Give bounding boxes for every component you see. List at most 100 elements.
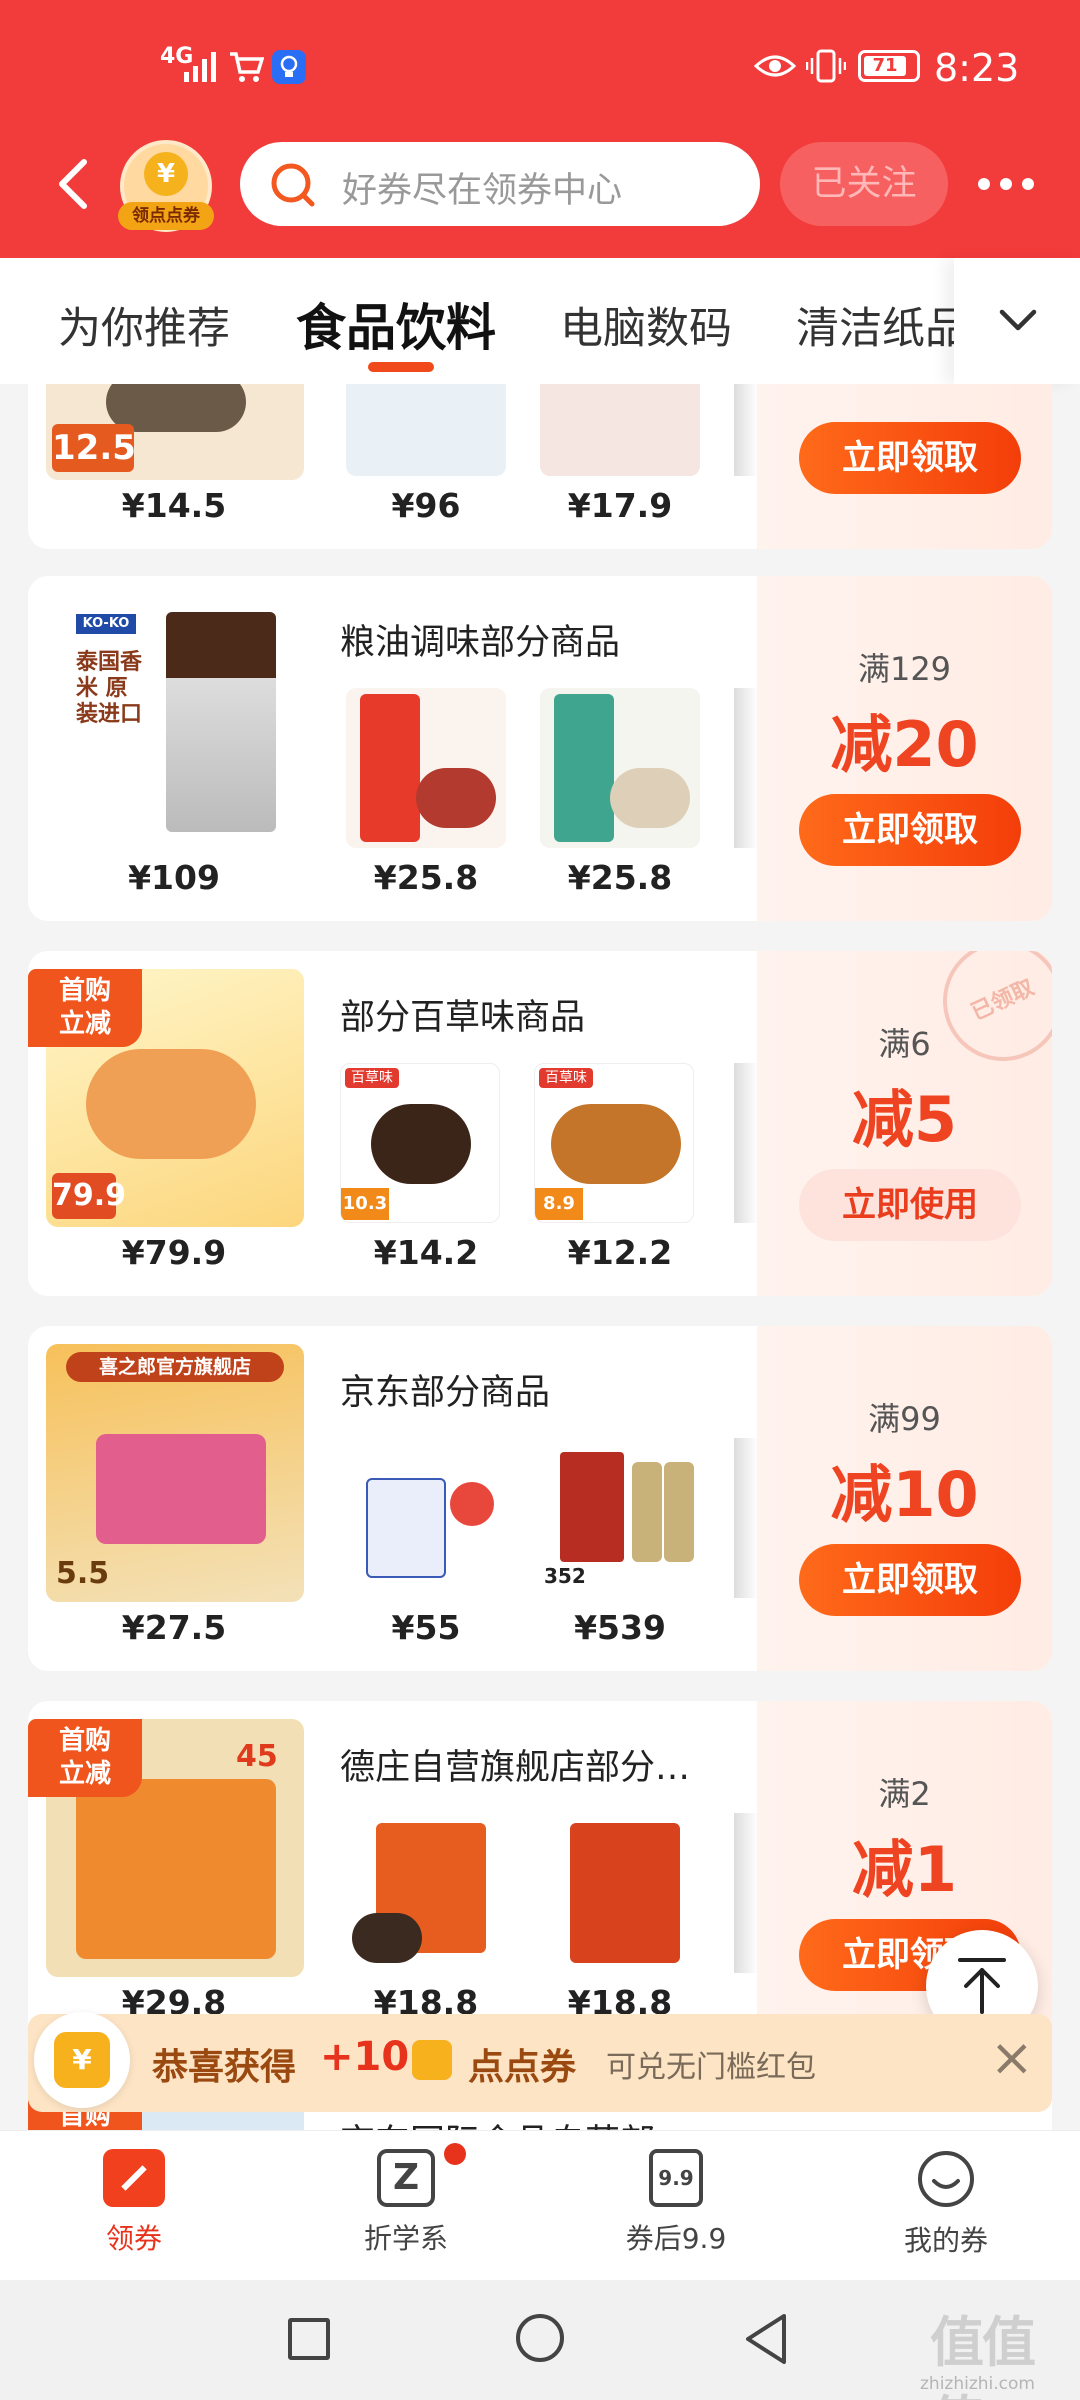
nav-item-my-coupons[interactable]: 我的券 xyxy=(866,2149,1026,2259)
cart-icon xyxy=(230,52,264,82)
thumb-fade xyxy=(734,688,758,848)
product-price: ¥25.8 xyxy=(373,858,479,897)
top-header: 4G 71 8:23 ¥ 领点点券 好券尽在领券中心 已关注 xyxy=(0,0,1080,258)
hotpot-base-shape xyxy=(76,1779,276,1959)
back-arrow-icon[interactable] xyxy=(54,156,94,212)
coupon-title: 粮油调味部分商品 xyxy=(340,623,621,663)
product-price: ¥12.2 xyxy=(567,1233,673,1272)
price-tag: 8.9 xyxy=(535,1188,583,1220)
first-purchase-badge: 首购 立减 xyxy=(28,969,142,1047)
coupon-card[interactable]: KO-KO 泰国香米 原装进口 ¥109 粮油调味部分商品 ¥25.8 ¥25.… xyxy=(28,576,1052,921)
nav-item-coupons[interactable]: 领券 xyxy=(54,2149,214,2257)
watermark-domain: zhizhizhi.com xyxy=(920,2374,1035,2394)
nav-item-zhexuexi[interactable]: Z 折学系 xyxy=(326,2143,486,2257)
product-thumb[interactable]: 352 xyxy=(540,1438,700,1598)
coupon-list[interactable]: 12.5 ¥14.5 ¥96 ¥17.9 立即领取 KO-KO 泰国香米 原装进… xyxy=(0,384,1080,2130)
search-placeholder: 好券尽在领券中心 xyxy=(342,171,623,211)
toast-desc: 可兑无门槛红包 xyxy=(606,2050,816,2085)
use-button[interactable]: 立即使用 xyxy=(799,1169,1021,1241)
tab-food-drinks[interactable]: 食品饮料 xyxy=(296,288,496,360)
thumb-fade xyxy=(734,1063,758,1223)
product-thumb[interactable]: 百草味 8.9 xyxy=(534,1063,694,1223)
more-icon[interactable] xyxy=(976,170,1036,198)
product-thumb[interactable] xyxy=(540,384,700,476)
my-coupon-icon xyxy=(918,2151,974,2207)
brand-label: 百草味 xyxy=(345,1068,399,1088)
product-price: ¥79.9 xyxy=(121,1233,227,1272)
coupon-icon xyxy=(103,2149,165,2207)
product-thumb[interactable] xyxy=(346,688,506,848)
tabs-expand-button[interactable] xyxy=(954,258,1080,384)
coupon-threshold: 满99 xyxy=(868,1400,941,1438)
tab-cleaning[interactable]: 清洁纸品 xyxy=(796,294,954,356)
home-circle-icon[interactable] xyxy=(516,2314,564,2362)
price-tag: 5.5 xyxy=(56,1556,110,1591)
back-triangle-icon[interactable] xyxy=(742,2312,790,2366)
product-image[interactable]: KO-KO 泰国香米 原装进口 xyxy=(46,594,304,852)
coupon-title: 京东国际食品自营部 xyxy=(340,2114,655,2130)
system-nav-bar: 值值值 zhizhizhi.com xyxy=(0,2280,1080,2400)
coupon-card[interactable]: 喜之郎官方旗舰店 5.5 ¥27.5 京东部分商品 ¥55 352 ¥539 满… xyxy=(28,1326,1052,1671)
product-thumb[interactable]: 百草味 10.3 xyxy=(340,1063,500,1223)
price-tag: 45 xyxy=(236,1739,278,1774)
tab-computers[interactable]: 电脑数码 xyxy=(560,294,732,356)
nav-label: 券后9.9 xyxy=(625,2222,727,2255)
product-price: ¥96 xyxy=(391,486,461,525)
vibrate-icon xyxy=(806,49,846,83)
points-avatar[interactable]: ¥ 领点点券 xyxy=(118,140,214,232)
product-thumb[interactable] xyxy=(346,1813,506,1973)
coupon-card[interactable]: 12.5 ¥14.5 ¥96 ¥17.9 立即领取 xyxy=(28,384,1052,549)
nav-item-99[interactable]: 9.9 券后9.9 xyxy=(596,2149,756,2257)
nav-label: 领券 xyxy=(105,2222,162,2255)
battery-level: 71 xyxy=(864,56,906,76)
claim-button[interactable]: 立即领取 xyxy=(799,794,1021,866)
coupon-amount: 减5 xyxy=(851,1083,958,1156)
thumb-fade xyxy=(734,1813,758,1973)
points-coupon-icon xyxy=(412,2040,452,2080)
reward-toast[interactable]: ¥ 恭喜获得 +10 点点券 可兑无门槛红包 × xyxy=(28,2012,1052,2112)
price-tag: 10.3 xyxy=(341,1188,389,1220)
recents-square-icon[interactable] xyxy=(288,2318,330,2360)
product-image[interactable]: 喜之郎官方旗舰店 5.5 xyxy=(46,1344,304,1602)
close-icon[interactable]: × xyxy=(990,2028,1034,2088)
price-tag: 352 xyxy=(544,1564,586,1588)
clock: 8:23 xyxy=(934,46,1020,90)
bottom-nav: 领券 Z 折学系 9.9 券后9.9 我的券 xyxy=(0,2130,1080,2280)
category-tabs: 为你推荐 食品饮料 电脑数码 清洁纸品 xyxy=(0,258,1080,384)
price-tag: 79.9 xyxy=(52,1173,126,1219)
product-price: ¥539 xyxy=(574,1608,666,1647)
brand-logo: KO-KO xyxy=(76,614,136,634)
thumb-fade xyxy=(734,1438,758,1598)
brand-label: 百草味 xyxy=(539,1068,593,1088)
product-thumb[interactable] xyxy=(346,1438,506,1598)
tab-recommend[interactable]: 为你推荐 xyxy=(58,294,230,356)
product-thumb[interactable] xyxy=(540,1813,700,1973)
product-price: ¥14.5 xyxy=(121,486,227,525)
product-thumb[interactable] xyxy=(540,688,700,848)
follow-button[interactable]: 已关注 xyxy=(780,142,948,226)
jelly-pack-shape xyxy=(96,1434,266,1544)
claim-button[interactable]: 立即领取 xyxy=(799,1544,1021,1616)
product-price: ¥17.9 xyxy=(567,486,673,525)
coupon-panel: 满99 减10 立即领取 xyxy=(757,1326,1052,1671)
product-image[interactable]: 12.5 xyxy=(46,384,304,480)
claim-button[interactable]: 立即领取 xyxy=(799,422,1021,494)
coupon-panel: 立即领取 xyxy=(757,384,1052,549)
coupon-amount: 减10 xyxy=(830,1458,979,1531)
coupon-amount: 减20 xyxy=(830,708,979,781)
coupon-threshold: 满129 xyxy=(857,650,952,688)
product-caption: 泰国香米 原装进口 xyxy=(76,650,143,727)
product-thumb[interactable] xyxy=(346,384,506,476)
product-price: ¥14.2 xyxy=(373,1233,479,1272)
coupon-card[interactable]: 45 首购 立减 ¥29.8 德庄自营旗舰店部分… ¥18.8 ¥18.8 满2… xyxy=(28,1701,1052,2046)
coupon-threshold: 满2 xyxy=(878,1775,931,1813)
coupon-card[interactable]: 79.9 首购 立减 ¥79.9 部分百草味商品 百草味 10.3 ¥14.2 … xyxy=(28,951,1052,1296)
toast-amount: +10 xyxy=(320,2034,410,2080)
product-price: ¥109 xyxy=(128,858,220,897)
search-bar[interactable]: 好券尽在领券中心 xyxy=(240,142,760,226)
active-tab-underline xyxy=(368,362,434,372)
coupon-panel: 满129 减20 立即领取 xyxy=(757,576,1052,921)
battery-icon: 71 xyxy=(858,50,920,82)
nav-label: 折学系 xyxy=(363,2222,448,2255)
toast-prefix: 恭喜获得 xyxy=(152,2047,297,2088)
